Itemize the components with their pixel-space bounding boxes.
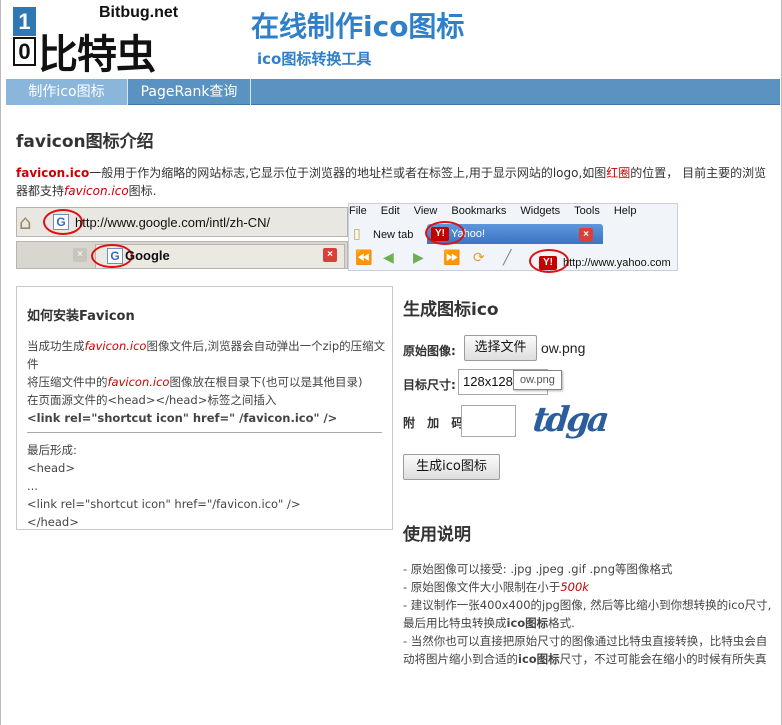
usage-item: - 原始图像文件大小限制在小于500k xyxy=(403,578,775,596)
intro-red-circle-text: 红圈 xyxy=(606,166,631,180)
ie-menu-item: Tools xyxy=(574,205,600,217)
install-result-line: <link rel="shortcut icon" href="/favicon… xyxy=(27,497,301,511)
install-step-1: 当成功生成favicon.ico图像文件后,浏览器会自动弹出一个zip的压缩文件 xyxy=(27,337,387,373)
usage-text: - 原始图像文件大小限制在小于 xyxy=(403,580,561,594)
page-frame: 1 0 Bitbug.net 比特虫 在线制作ico图标 ico图标转换工具 制… xyxy=(0,0,782,725)
verify-code-input[interactable] xyxy=(461,405,516,437)
usage-item: - 建议制作一张400x400的jpg图像, 然后等比缩小到你想转换的ico尺寸… xyxy=(403,596,775,632)
edit-icon: ╱ xyxy=(503,250,512,266)
ie-menu-item: Bookmarks xyxy=(451,205,507,217)
usage-bold-term: ico图标 xyxy=(518,652,560,666)
target-size-label: 目标尺寸: xyxy=(403,378,456,392)
back-icon: ⏪ xyxy=(355,250,373,266)
ie-menu-bar: File Edit View Bookmarks Widgets Tools Help xyxy=(349,205,650,223)
ie-url: http://www.yahoo.com xyxy=(563,257,671,269)
ie-menu-item: View xyxy=(413,205,438,217)
install-step-2: 将压缩文件中的favicon.ico图像放在根目录下(也可以是其他目录) xyxy=(27,373,387,391)
firefox-tab-title: Google xyxy=(125,248,170,263)
source-image-label: 原始图像: xyxy=(403,344,456,358)
ie-browser-window: File Edit View Bookmarks Widgets Tools Help ▯ … xyxy=(348,203,678,273)
intro-text-a: 一般用于作为缩略的网站标志,它显示位于浏览器的地址栏或者在标签上,用于显示网站的… xyxy=(89,166,607,180)
install-favicon-box: 如何安装Favicon 当成功生成favicon.ico图像文件后,浏览器会自动… xyxy=(16,286,393,530)
usage-text: 尺寸，不过可能会在缩小的时候有所失真 xyxy=(559,652,767,666)
fast-forward-icon: ⏩ xyxy=(443,250,461,266)
usage-list: - 原始图像可以接受: .jpg .jpeg .gif .png等图像格式 - … xyxy=(403,560,775,668)
tab-close-icon: × xyxy=(323,248,337,262)
install-result-line: ... xyxy=(27,479,38,493)
tab-close-icon: × xyxy=(73,248,87,262)
reload-icon: ⟳ xyxy=(473,250,485,266)
install-step-3: 在页面源文件的<head></head>标签之间插入 xyxy=(27,393,277,407)
captcha-image[interactable]: tdga xyxy=(531,400,609,440)
install-divider xyxy=(27,432,382,433)
page-icon: ▯ xyxy=(353,226,361,242)
ie-menu-item: Help xyxy=(613,205,637,217)
page-title: 在线制作ico图标 xyxy=(251,10,465,43)
choose-file-button[interactable]: 选择文件 xyxy=(464,335,537,361)
home-icon: ⌂ xyxy=(19,210,32,234)
intro-paragraph: favicon.ico一般用于作为缩略的网站标志,它显示位于浏览器的地址栏或者在… xyxy=(16,164,776,200)
site-logo[interactable]: 1 0 Bitbug.net 比特虫 xyxy=(13,4,188,78)
install-result-label: 最后形成: xyxy=(27,443,77,457)
ie-new-tab: New tab xyxy=(373,229,414,241)
install-heading: 如何安装Favicon xyxy=(27,309,135,324)
red-circle-annotation xyxy=(425,221,465,245)
install-result-line: <head> xyxy=(27,461,75,475)
nav-item-make-ico[interactable]: 制作ico图标 xyxy=(6,79,127,105)
firefox-url: http://www.google.com/intl/zh-CN/ xyxy=(75,215,271,230)
intro-term-italic: favicon.ico xyxy=(64,184,129,198)
ie-menu-item: Edit xyxy=(380,205,400,217)
usage-heading: 使用说明 xyxy=(403,525,471,545)
usage-text: - 建议制作一张400x400的jpg图像, 然后等比缩小到你想转换的ico尺寸… xyxy=(403,598,772,630)
firefox-address-bar: ⌂ G http://www.google.com/intl/zh-CN/ xyxy=(16,207,348,237)
ie-menu-item: Widgets xyxy=(520,205,561,217)
install-text: 图像放在根目录下(也可以是其他目录) xyxy=(169,375,363,389)
install-code: <link rel="shortcut icon" href=" /favico… xyxy=(27,411,338,425)
tab-close-icon: × xyxy=(579,228,593,242)
logo-digit-one: 1 xyxy=(13,7,36,36)
ie-menu-item: File xyxy=(349,205,367,217)
logo-domain: Bitbug.net xyxy=(99,4,179,21)
install-text: 将压缩文件中的 xyxy=(27,375,108,389)
intro-heading: favicon图标介绍 xyxy=(16,132,154,152)
logo-name: 比特虫 xyxy=(38,32,156,78)
usage-size-limit: 500k xyxy=(560,580,589,594)
forward-arrow-icon: ▶ xyxy=(413,250,424,266)
install-result-line: </head> xyxy=(27,515,79,529)
intro-term: favicon.ico xyxy=(16,166,90,180)
usage-bold-term: ico图标 xyxy=(506,616,549,630)
selected-file-name: ow.png xyxy=(541,340,586,356)
file-name-tooltip: ow.png xyxy=(513,370,562,390)
nav-item-pagerank[interactable]: PageRank查询 xyxy=(128,79,250,105)
generate-heading: 生成图标ico xyxy=(403,300,499,320)
install-text: 当成功生成 xyxy=(27,339,85,353)
nav-divider xyxy=(250,79,251,105)
usage-item: - 当然你也可以直接把原始尺寸的图像通过比特虫直接转换，比特虫会自动将图片缩小到… xyxy=(403,632,775,668)
generate-ico-button[interactable]: 生成ico图标 xyxy=(403,454,500,480)
page-subtitle: ico图标转换工具 xyxy=(257,50,372,68)
back-arrow-icon: ◀ xyxy=(383,250,394,266)
favicon-demo-image: ⌂ G http://www.google.com/intl/zh-CN/ × … xyxy=(16,203,678,273)
logo-digit-zero: 0 xyxy=(13,37,36,66)
main-nav: 制作ico图标 PageRank查询 xyxy=(6,79,780,105)
intro-text-c: 图标. xyxy=(128,184,157,198)
install-term: favicon.ico xyxy=(84,339,147,353)
install-term: favicon.ico xyxy=(107,375,170,389)
usage-text: 格式. xyxy=(548,616,575,630)
firefox-tab-bar: × G Google × xyxy=(16,241,348,269)
usage-item: - 原始图像可以接受: .jpg .jpeg .gif .png等图像格式 xyxy=(403,562,673,576)
